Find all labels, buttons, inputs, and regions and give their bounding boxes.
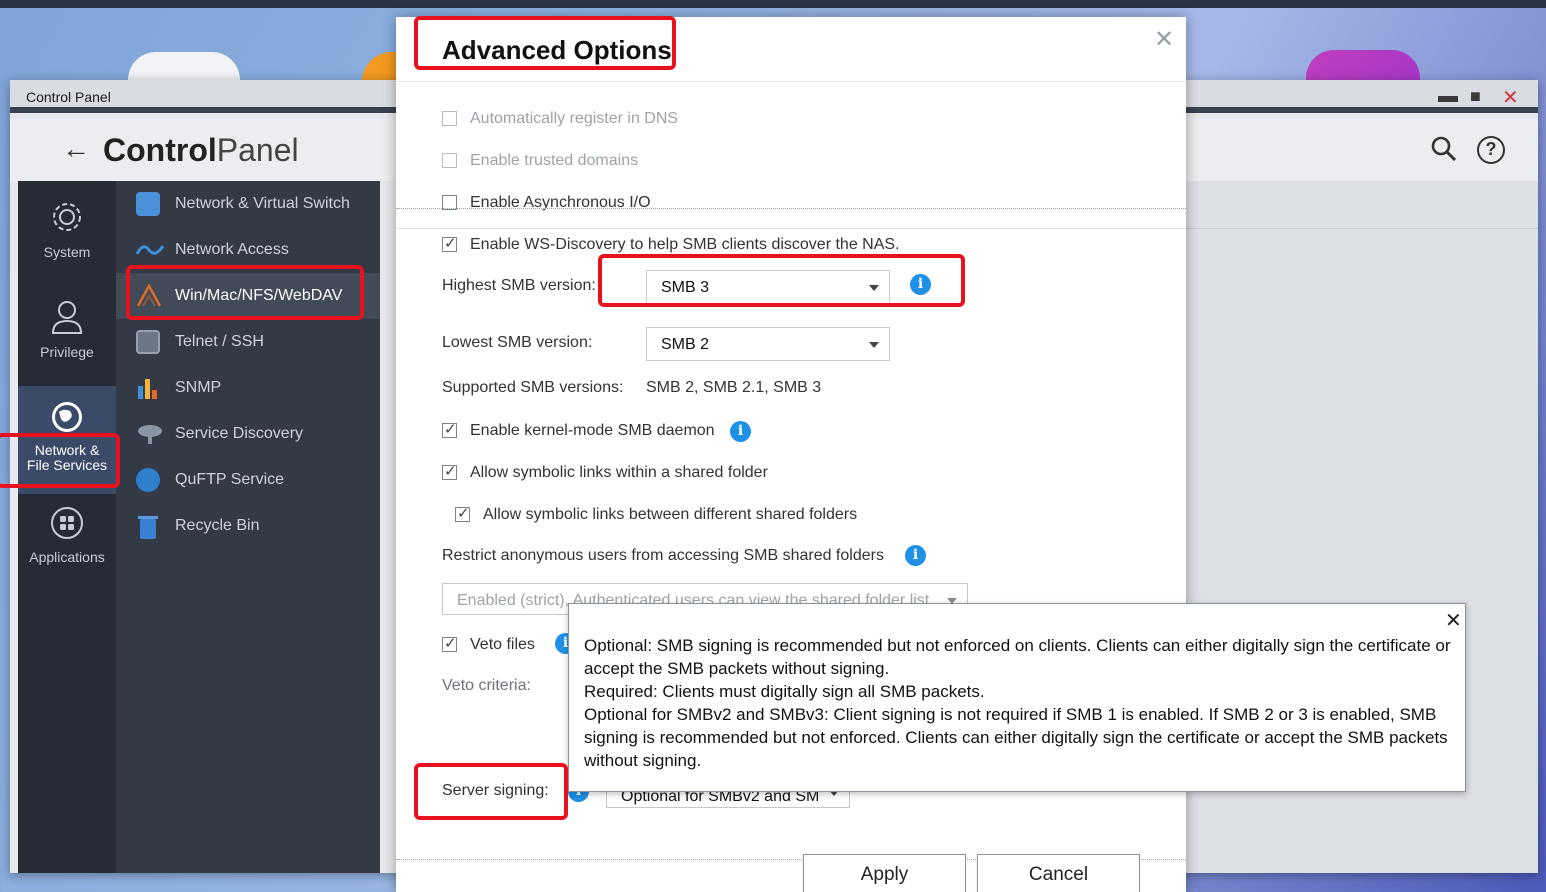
- symlinks-between-checkbox[interactable]: [455, 504, 470, 522]
- maximize-icon[interactable]: ■: [1470, 86, 1481, 107]
- sidebar-item-privilege[interactable]: Privilege: [18, 299, 116, 360]
- supported-smb-label: Supported SMB versions:: [442, 379, 624, 396]
- highlight-win-mac-nfs-webdav: [126, 265, 364, 320]
- veto-files-label: Veto files: [470, 636, 535, 653]
- applications-icon: [18, 506, 116, 543]
- close-icon[interactable]: ✕: [1154, 25, 1174, 54]
- ws-discovery-checkbox[interactable]: [442, 234, 457, 252]
- highlight-dialog-title: [414, 16, 676, 70]
- close-icon[interactable]: ✕: [1445, 608, 1462, 633]
- user-icon: [18, 299, 116, 338]
- category-sidebar: System Privilege Network & File Services…: [18, 181, 116, 873]
- apply-button[interactable]: Apply: [803, 854, 966, 892]
- cancel-button[interactable]: Cancel: [977, 854, 1140, 892]
- bar-chart-icon: [136, 376, 160, 400]
- submenu-item-service-discovery[interactable]: Service Discovery: [116, 411, 380, 457]
- tooltip-line: Required: Clients must digitally sign al…: [584, 682, 985, 701]
- dotted-divider: [396, 208, 1186, 209]
- back-arrow-icon[interactable]: ←: [62, 133, 90, 165]
- close-icon[interactable]: ✕: [1502, 85, 1519, 110]
- highest-smb-label: Highest SMB version:: [442, 277, 596, 294]
- supported-smb-value: SMB 2, SMB 2.1, SMB 3: [646, 379, 822, 396]
- veto-files-checkbox[interactable]: [442, 634, 457, 652]
- kernel-mode-checkbox[interactable]: [442, 420, 457, 438]
- info-icon[interactable]: i: [730, 421, 751, 442]
- window-title: Control Panel: [26, 89, 111, 105]
- help-icon[interactable]: ?: [1477, 136, 1505, 164]
- highlight-network-file-services: [0, 433, 120, 488]
- submenu-item-recycle-bin[interactable]: Recycle Bin: [116, 503, 380, 549]
- sidebar-item-applications[interactable]: Applications: [18, 506, 116, 565]
- tooltip-line: Optional for SMBv2 and SMBv3: Client sig…: [584, 705, 1448, 770]
- gear-icon: [18, 199, 116, 238]
- sidebar-item-system[interactable]: System: [18, 199, 116, 260]
- highlight-server-signing: [414, 763, 568, 820]
- server-signing-tooltip: ✕ Optional: SMB signing is recommended b…: [568, 603, 1466, 792]
- chevron-down-icon: [869, 342, 879, 348]
- content-divider: [1180, 228, 1538, 229]
- submenu-item-quftp-service[interactable]: QuFTP Service: [116, 457, 380, 503]
- sidebar-label: Applications: [29, 549, 105, 565]
- lowest-smb-label: Lowest SMB version:: [442, 334, 593, 351]
- ftp-icon: [136, 468, 160, 492]
- async-io-label: Enable Asynchronous I/O: [470, 194, 651, 211]
- tooltip-line: Optional: SMB signing is recommended but…: [584, 636, 1451, 678]
- kernel-mode-label: Enable kernel-mode SMB daemon: [470, 422, 715, 439]
- section-divider: [396, 228, 1186, 229]
- tooltip-text: Optional: SMB signing is recommended but…: [584, 634, 1454, 772]
- veto-criteria-label: Veto criteria:: [442, 677, 531, 694]
- sidebar-label: Privilege: [40, 344, 94, 360]
- submenu-item-snmp[interactable]: SNMP: [116, 365, 380, 411]
- minimize-icon[interactable]: ▬: [1438, 85, 1458, 108]
- auto-dns-checkbox[interactable]: [442, 111, 457, 126]
- sidebar-label: System: [43, 244, 91, 260]
- trash-icon: [136, 514, 160, 539]
- search-icon[interactable]: [1430, 135, 1458, 168]
- dialog-title-divider: [396, 81, 1186, 82]
- network-access-icon: [135, 238, 165, 262]
- highlight-highest-smb: [598, 254, 965, 307]
- network-switch-icon: [136, 192, 160, 216]
- restrict-anon-label: Restrict anonymous users from accessing …: [442, 547, 884, 564]
- submenu-item-telnet-ssh[interactable]: Telnet / SSH: [116, 319, 380, 365]
- globe-icon: [18, 400, 116, 437]
- submenu-item-network-virtual-switch[interactable]: Network & Virtual Switch: [116, 181, 380, 227]
- symlinks-within-checkbox[interactable]: [442, 462, 457, 480]
- satellite-dish-icon: [136, 422, 162, 446]
- ws-discovery-label: Enable WS-Discovery to help SMB clients …: [470, 236, 900, 253]
- info-icon[interactable]: i: [905, 545, 926, 566]
- lowest-smb-select[interactable]: SMB 2: [646, 327, 890, 361]
- terminal-icon: [136, 330, 160, 354]
- auto-dns-label: Automatically register in DNS: [470, 110, 679, 127]
- trusted-domains-checkbox[interactable]: [442, 153, 457, 168]
- symlinks-between-label: Allow symbolic links between different s…: [483, 506, 858, 523]
- trusted-domains-label: Enable trusted domains: [470, 152, 639, 169]
- symlinks-within-label: Allow symbolic links within a shared fol…: [470, 464, 768, 481]
- desktop-top-strip: [0, 0, 1546, 8]
- page-title: ControlPanel: [103, 132, 299, 168]
